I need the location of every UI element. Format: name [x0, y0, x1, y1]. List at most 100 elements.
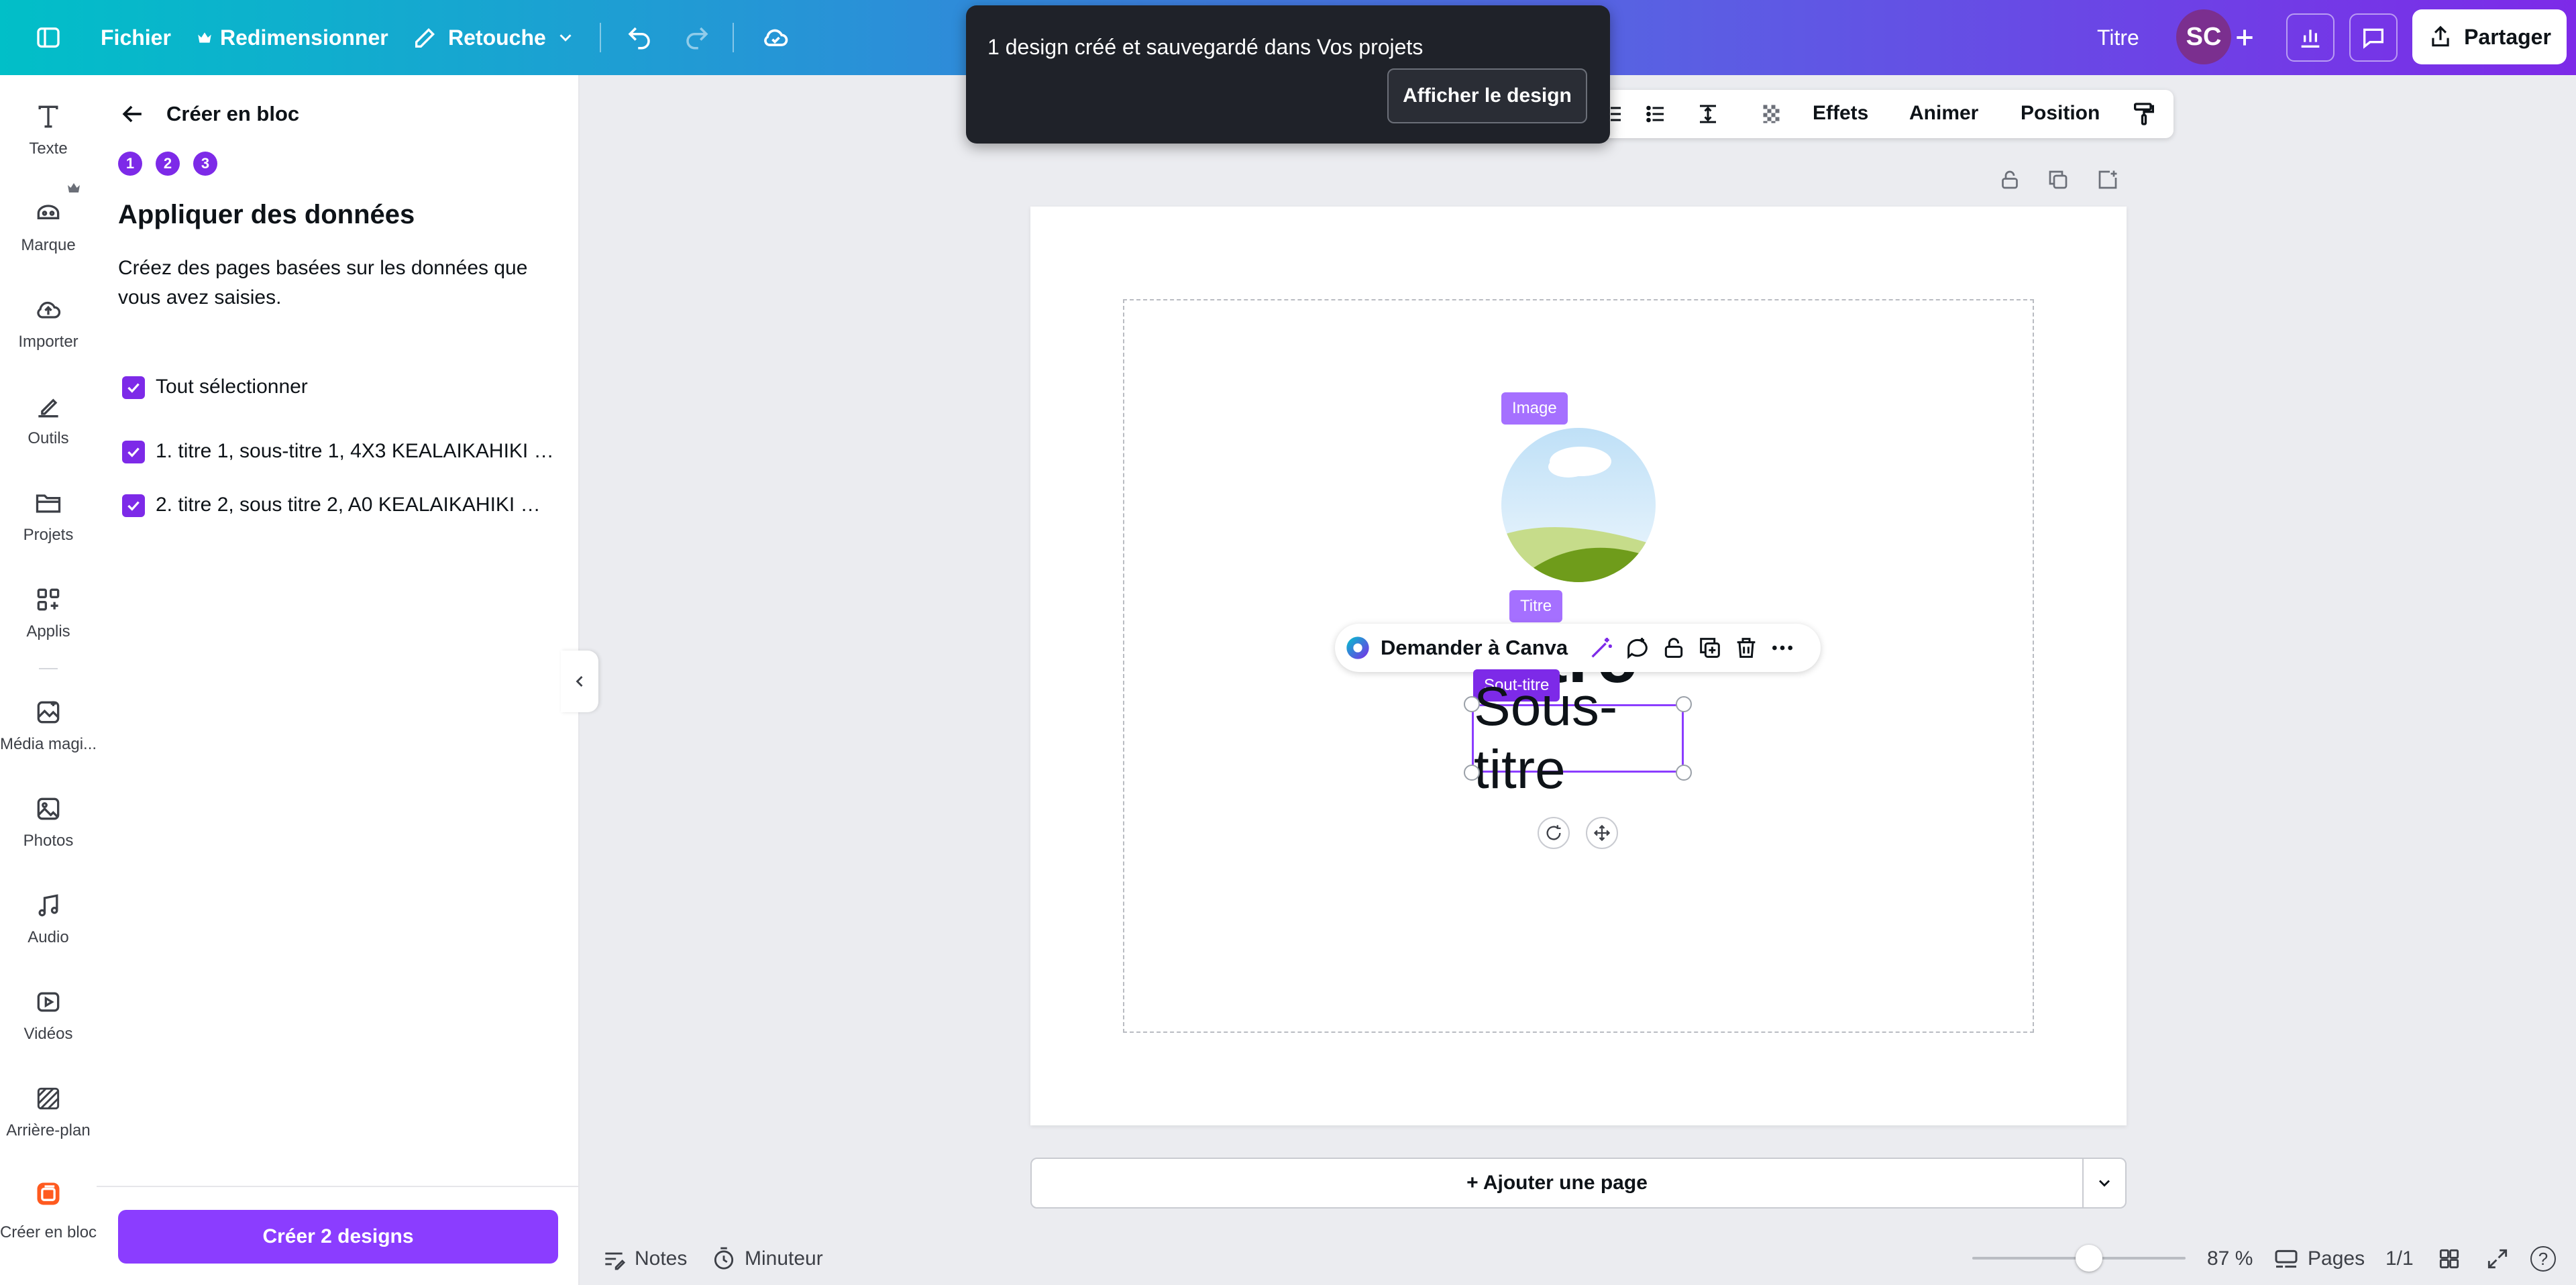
- rotate-handle[interactable]: [1538, 817, 1570, 849]
- add-page-dropdown[interactable]: [2082, 1158, 2127, 1209]
- cloud-save-status[interactable]: [761, 0, 790, 75]
- collapse-panel-button[interactable]: [561, 651, 598, 712]
- sidebar-toggle-button[interactable]: [34, 0, 63, 75]
- placeholder-image[interactable]: [1501, 428, 1656, 582]
- insights-button[interactable]: [2286, 13, 2334, 62]
- row-checkbox[interactable]: [122, 441, 145, 463]
- duplicate-page-icon[interactable]: [2046, 168, 2070, 192]
- notes-icon: [601, 1246, 627, 1272]
- rail-item-photos[interactable]: Photos: [0, 794, 97, 850]
- subtitle-text-box[interactable]: Sous-titre: [1472, 676, 1684, 800]
- design-title[interactable]: Titre: [2097, 0, 2139, 75]
- add-comment-icon[interactable]: [1624, 634, 1651, 661]
- trash-icon[interactable]: [1733, 634, 1760, 661]
- check-icon: [125, 497, 142, 514]
- effects-button[interactable]: Effets: [1813, 102, 1868, 125]
- row-checkbox[interactable]: [122, 494, 145, 517]
- resize-handle[interactable]: [1464, 765, 1480, 781]
- add-page-button[interactable]: + Ajouter une page: [1030, 1158, 2084, 1209]
- data-row-label[interactable]: 2. titre 2, sous titre 2, A0 KEALAIKAHIK…: [156, 494, 554, 516]
- spacing-icon[interactable]: [1696, 102, 1720, 126]
- pages-button[interactable]: Pages: [2273, 1233, 2365, 1285]
- lock-page-icon[interactable]: [1998, 168, 2022, 192]
- bottom-bar: Notes Minuteur 87 % Pages 1/1 ?: [580, 1233, 2576, 1285]
- move-handle[interactable]: [1586, 817, 1618, 849]
- avatar[interactable]: SC: [2176, 9, 2231, 64]
- fullscreen-button[interactable]: [2485, 1233, 2510, 1285]
- data-row-label[interactable]: 1. titre 1, sous-titre 1, 4X3 KEALAIKAHI…: [156, 440, 554, 463]
- rail-item-projects[interactable]: Projets: [0, 488, 97, 545]
- chevron-down-icon: [555, 27, 576, 48]
- upload-icon: [34, 295, 63, 325]
- resize-button[interactable]: Redimensionner: [196, 0, 388, 75]
- transparency-icon[interactable]: [1760, 102, 1784, 126]
- edit-menu-button[interactable]: Retouche: [412, 0, 576, 75]
- crown-icon: [196, 29, 213, 46]
- timer-button[interactable]: Minuteur: [711, 1233, 823, 1285]
- rail-item-magic-media[interactable]: Média magi...: [0, 697, 97, 754]
- step-1-badge: 1: [118, 152, 142, 176]
- tools-icon: [34, 392, 63, 421]
- paint-roller-icon[interactable]: [2131, 101, 2157, 127]
- text-icon: [34, 102, 63, 131]
- rail-item-audio[interactable]: Audio: [0, 891, 97, 947]
- element-toolbar: Effets Animer Position: [1597, 90, 2174, 138]
- add-page-icon[interactable]: [2096, 168, 2120, 192]
- folder-icon: [34, 488, 63, 518]
- rail-item-apps[interactable]: Applis: [0, 585, 97, 641]
- pages-icon: [2273, 1245, 2300, 1272]
- resize-handle[interactable]: [1676, 696, 1692, 712]
- ask-canva-button[interactable]: Demander à Canva: [1381, 636, 1568, 660]
- zoom-slider-handle[interactable]: [2076, 1245, 2102, 1272]
- share-icon: [2428, 24, 2453, 50]
- page-counter: 1/1: [2385, 1247, 2414, 1270]
- redo-button[interactable]: [683, 0, 711, 75]
- invite-button[interactable]: [2231, 0, 2258, 75]
- panel-description: Créez des pages basées sur les données q…: [118, 254, 527, 313]
- audio-icon: [34, 891, 63, 920]
- timer-icon: [711, 1246, 737, 1272]
- lock-icon[interactable]: [1660, 634, 1687, 661]
- create-designs-button[interactable]: Créer 2 designs: [118, 1210, 558, 1264]
- image-data-tag: Image: [1501, 392, 1568, 425]
- share-button[interactable]: Partager: [2412, 9, 2567, 64]
- view-design-button[interactable]: Afficher le design: [1387, 68, 1587, 123]
- animate-button[interactable]: Animer: [1909, 102, 1978, 125]
- rail-item-text[interactable]: Texte: [0, 102, 97, 158]
- position-button[interactable]: Position: [2021, 102, 2100, 125]
- rail-item-brand[interactable]: Marque: [0, 199, 97, 255]
- help-button[interactable]: ?: [2530, 1233, 2556, 1285]
- divider: [97, 1186, 580, 1187]
- zoom-level[interactable]: 87 %: [2207, 1233, 2253, 1285]
- list-icon[interactable]: [1644, 102, 1668, 126]
- undo-icon: [625, 23, 653, 52]
- select-all-checkbox[interactable]: [122, 376, 145, 399]
- videos-icon: [34, 987, 63, 1017]
- rail-item-videos[interactable]: Vidéos: [0, 987, 97, 1044]
- rail-item-background[interactable]: Arrière-plan: [0, 1084, 97, 1140]
- duplicate-icon[interactable]: [1697, 634, 1723, 661]
- rail-item-bulk-create[interactable]: Créer en bloc: [0, 1172, 97, 1242]
- comments-button[interactable]: [2349, 13, 2398, 62]
- grid-view-button[interactable]: [2436, 1233, 2462, 1285]
- rail-item-upload[interactable]: Importer: [0, 295, 97, 351]
- back-button[interactable]: [118, 99, 148, 129]
- resize-handle[interactable]: [1464, 696, 1480, 712]
- toast-message: 1 design créé et sauvegardé dans Vos pro…: [987, 35, 1424, 59]
- divider: [600, 23, 601, 52]
- notes-button[interactable]: Notes: [601, 1233, 687, 1285]
- panel-heading: Appliquer des données: [118, 200, 415, 229]
- rail-item-tools[interactable]: Outils: [0, 392, 97, 448]
- magic-edit-icon[interactable]: [1588, 634, 1615, 661]
- fullscreen-icon: [2485, 1246, 2510, 1272]
- file-menu-button[interactable]: Fichier: [101, 0, 171, 75]
- redo-icon: [683, 23, 711, 52]
- select-all-label[interactable]: Tout sélectionner: [156, 376, 531, 398]
- divider: [39, 668, 58, 669]
- undo-button[interactable]: [625, 0, 653, 75]
- cloud-check-icon: [761, 23, 790, 52]
- crown-icon: [66, 180, 82, 196]
- more-options-icon[interactable]: [1769, 634, 1796, 661]
- resize-handle[interactable]: [1676, 765, 1692, 781]
- subtitle-text: Sous-titre: [1474, 676, 1618, 800]
